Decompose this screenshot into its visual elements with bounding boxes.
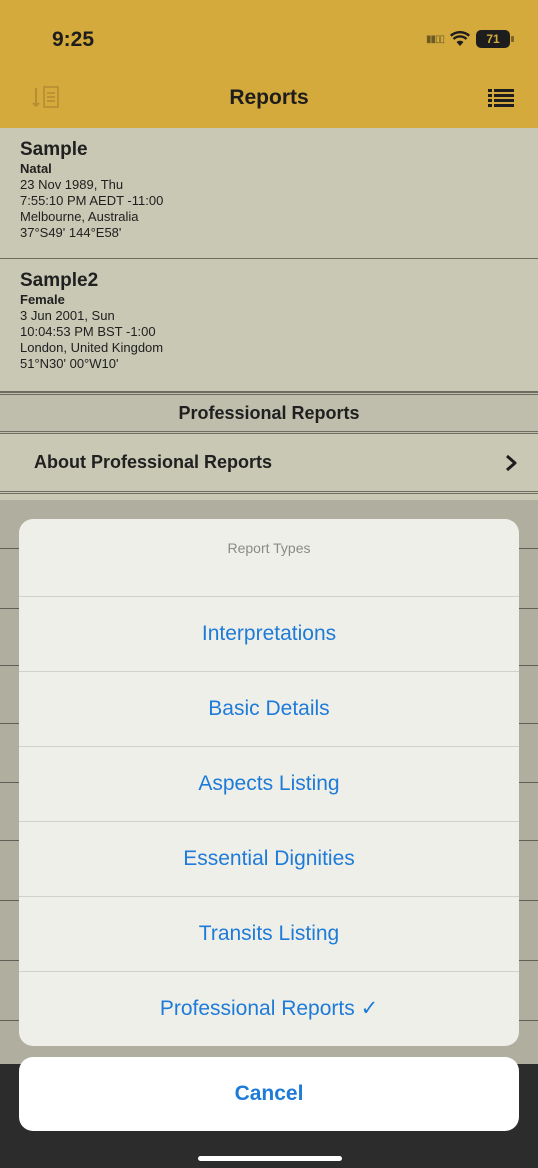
person-coords: 37°S49' 144°E58' bbox=[20, 225, 122, 240]
person-name: Sample2 bbox=[20, 270, 99, 291]
option-aspects-listing[interactable]: Aspects Listing bbox=[19, 747, 519, 822]
about-professional-reports-row[interactable]: About Professional Reports bbox=[0, 434, 538, 494]
person-place: London, United Kingdom bbox=[20, 340, 164, 355]
person-name: Sample bbox=[20, 139, 88, 160]
section-header: Professional Reports bbox=[0, 392, 538, 434]
person-time: 10:04:53 PM BST -1:00 bbox=[20, 324, 156, 339]
person-date: 23 Nov 1989, Thu bbox=[20, 177, 124, 192]
sheet-title: Report Types bbox=[19, 519, 519, 597]
status-icons: ▮▮▯▯ 71 bbox=[425, 30, 514, 48]
report-types-action-sheet: Report Types Interpretations Basic Detai… bbox=[19, 519, 519, 1046]
person-date: 3 Jun 2001, Sun bbox=[20, 308, 115, 323]
person-entry[interactable]: Sample Natal 23 Nov 1989, Thu 7:55:10 PM… bbox=[0, 128, 538, 259]
status-time: 9:25 bbox=[52, 28, 95, 51]
option-basic-details[interactable]: Basic Details bbox=[19, 672, 519, 747]
cellular-signal-icon: ▮▮▯▯ bbox=[425, 33, 445, 45]
person-place: Melbourne, Australia bbox=[20, 209, 139, 224]
person-coords: 51°N30' 00°W10' bbox=[20, 356, 119, 371]
page-title: Reports bbox=[229, 86, 309, 109]
person-type: Natal bbox=[20, 161, 52, 176]
navigation-bar: 9:25 ▮▮▯▯ 71 Reports bbox=[0, 0, 538, 128]
option-interpretations[interactable]: Interpretations bbox=[19, 597, 519, 672]
chevron-right-icon bbox=[506, 454, 517, 472]
wifi-icon bbox=[450, 31, 470, 46]
option-transits-listing[interactable]: Transits Listing bbox=[19, 897, 519, 972]
row-label: About Professional Reports bbox=[34, 452, 273, 472]
person-entry[interactable]: Sample2 Female 3 Jun 2001, Sun 10:04:53 … bbox=[0, 259, 538, 392]
list-menu-icon[interactable] bbox=[488, 88, 514, 108]
person-time: 7:55:10 PM AEDT -11:00 bbox=[20, 193, 164, 208]
option-professional-reports[interactable]: Professional Reports ✓ bbox=[19, 972, 519, 1046]
option-essential-dignities[interactable]: Essential Dignities bbox=[19, 822, 519, 897]
home-indicator[interactable] bbox=[198, 1156, 342, 1161]
battery-icon: 71 bbox=[476, 30, 514, 48]
cancel-button[interactable]: Cancel bbox=[19, 1057, 519, 1131]
person-type: Female bbox=[20, 292, 65, 307]
